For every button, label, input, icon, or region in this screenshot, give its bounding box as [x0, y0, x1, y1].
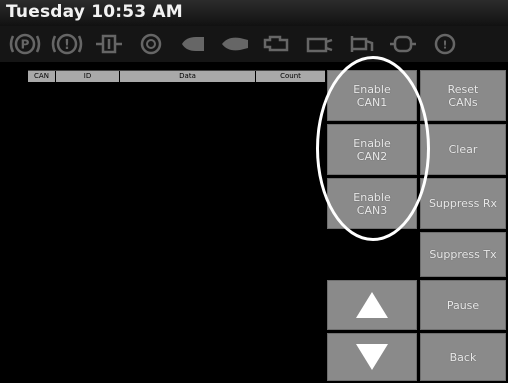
- status-bar: Tuesday 10:53 AM: [0, 0, 508, 26]
- back-button[interactable]: Back: [420, 333, 506, 381]
- clock: Tuesday 10:53 AM: [6, 2, 183, 22]
- clear-label: Clear: [448, 143, 478, 156]
- fan-icon: [300, 30, 338, 58]
- clear-button[interactable]: Clear: [420, 124, 506, 175]
- arrow-up-icon: [356, 292, 388, 318]
- scroll-up-button[interactable]: [327, 280, 417, 330]
- suppress-tx-label: Suppress Tx: [429, 248, 497, 261]
- svg-text:!: !: [442, 39, 447, 52]
- pause-button[interactable]: Pause: [420, 280, 506, 330]
- engine-icon: [258, 30, 296, 58]
- enable-can1-label-line1: Enable: [353, 82, 391, 96]
- parking-brake-icon: P: [6, 30, 44, 58]
- enable-can2-button[interactable]: Enable CAN2: [327, 124, 417, 175]
- enable-can1-label-line2: CAN1: [356, 95, 388, 109]
- svg-text:P: P: [21, 38, 30, 52]
- suppress-rx-button[interactable]: Suppress Rx: [420, 178, 506, 229]
- battery-icon: [384, 30, 422, 58]
- table-header: CAN ID Data Count: [28, 71, 325, 82]
- pause-label: Pause: [446, 298, 480, 312]
- enable-can1-button[interactable]: Enable CAN1: [327, 70, 417, 121]
- column-header-data: Data: [120, 71, 256, 82]
- headlight-icon: [174, 30, 212, 58]
- reset-cans-label-line2: CANs: [448, 95, 478, 109]
- scroll-down-button[interactable]: [327, 333, 417, 381]
- arrow-down-icon: [356, 344, 388, 370]
- indicator-row: P ! !: [0, 26, 508, 62]
- tire-pressure-icon: !: [426, 30, 464, 58]
- enable-can3-button[interactable]: Enable CAN3: [327, 178, 417, 229]
- reset-cans-button[interactable]: Reset CANs: [420, 70, 506, 121]
- can-message-table[interactable]: CAN ID Data Count: [28, 70, 325, 381]
- enable-can3-label-line1: Enable: [353, 190, 391, 204]
- enable-can2-label-line1: Enable: [353, 136, 391, 150]
- svg-text:!: !: [64, 38, 70, 53]
- warning-triangle-icon: !: [48, 30, 86, 58]
- back-label: Back: [449, 350, 477, 364]
- enable-can3-label-line2: CAN3: [356, 203, 388, 217]
- column-header-count: Count: [256, 71, 325, 82]
- column-header-can: CAN: [28, 71, 56, 82]
- fuel-pump-icon: [342, 30, 380, 58]
- suppress-tx-button[interactable]: Suppress Tx: [420, 232, 506, 277]
- suppress-rx-label: Suppress Rx: [428, 197, 498, 210]
- coolant-temperature-icon: [90, 30, 128, 58]
- reset-cans-label-line1: Reset: [447, 82, 479, 96]
- column-header-id: ID: [56, 71, 120, 82]
- enable-can2-label-line2: CAN2: [356, 149, 388, 163]
- high-beam-icon: [216, 30, 254, 58]
- brake-system-icon: [132, 30, 170, 58]
